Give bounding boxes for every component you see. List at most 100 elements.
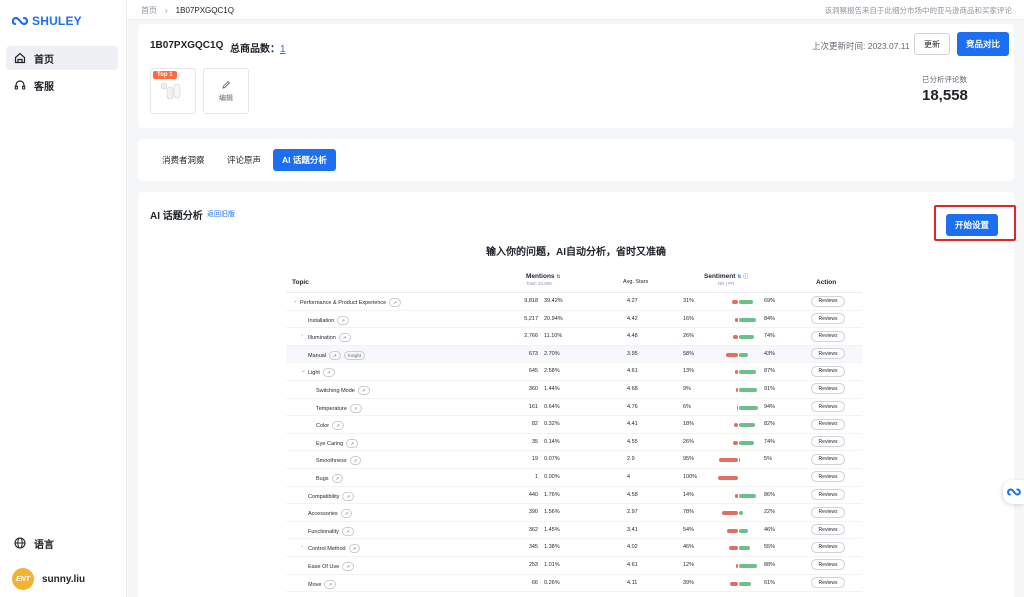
- topic-tag[interactable]: ↗: [340, 509, 353, 519]
- sentiment-positive-bar: [739, 581, 752, 586]
- reviews-button[interactable]: Reviews: [811, 453, 845, 465]
- reviews-button[interactable]: Reviews: [811, 401, 845, 413]
- topic-tag[interactable]: ↗: [329, 350, 341, 360]
- product-thumbnail[interactable]: Top 1: [150, 68, 196, 114]
- reviews-button[interactable]: Reviews: [811, 577, 845, 588]
- reviews-button[interactable]: Reviews: [811, 436, 845, 448]
- language-button[interactable]: 语言: [6, 531, 118, 555]
- negative-rate: 9%: [683, 385, 691, 392]
- sentiment-positive-bar: [739, 563, 757, 568]
- topic-tag[interactable]: ↗: [346, 438, 358, 448]
- back-to-old-version-link[interactable]: 返回旧版: [207, 209, 235, 219]
- breadcrumb-home[interactable]: 首页: [141, 5, 157, 16]
- mentions-count: 1: [534, 473, 538, 480]
- user-profile[interactable]: ENT sunny.liu: [12, 568, 85, 590]
- topic-tag[interactable]: ↗: [342, 561, 354, 571]
- topic-name: Functionality: [308, 528, 339, 535]
- tab-ai-topic[interactable]: AI 话题分析: [273, 149, 336, 171]
- topic-tag[interactable]: ↗: [324, 579, 337, 589]
- table-row: Compatibility ↗ 440 1.76% 4.58 14% 86% Reviews: [286, 487, 862, 505]
- mentions-percent: 2.58%: [544, 368, 560, 375]
- reviews-button[interactable]: Reviews: [811, 541, 845, 553]
- topic-tag[interactable]: ↗: [322, 368, 335, 378]
- avg-stars: 2.9: [627, 456, 635, 463]
- mentions-percent: 39.42%: [544, 298, 563, 304]
- reviews-button[interactable]: Reviews: [811, 524, 845, 536]
- mentions-count: 82: [531, 421, 538, 428]
- mentions-percent: 20.94%: [544, 315, 563, 322]
- header-sentiment-sub: NR | PR: [717, 281, 735, 286]
- mentions-count: 161: [528, 403, 538, 410]
- reviews-button[interactable]: Reviews: [811, 471, 845, 483]
- edit-product-button[interactable]: 编辑: [203, 68, 249, 114]
- tab-consumer-insight[interactable]: 消费者洞察: [153, 149, 214, 171]
- mentions-count: 2,766: [524, 333, 538, 340]
- floating-assistant-button[interactable]: [1003, 480, 1024, 504]
- sidebar-item-service[interactable]: 客服: [6, 73, 118, 97]
- expand-toggle-icon[interactable]: ›: [301, 544, 303, 550]
- topic-tag[interactable]: ↗: [348, 544, 361, 554]
- reviews-button[interactable]: Reviews: [811, 330, 845, 342]
- topic-tag[interactable]: ↗: [332, 421, 344, 431]
- reviews-button[interactable]: Reviews: [811, 418, 845, 430]
- total-products-count[interactable]: 1: [280, 44, 286, 55]
- topic-tag[interactable]: ↗: [357, 385, 370, 395]
- topic-tag[interactable]: ↗: [349, 403, 362, 413]
- header-mentions[interactable]: Mentions ⇅ Total: 24,905: [526, 273, 561, 286]
- negative-rate: 39%: [683, 579, 695, 586]
- compare-button[interactable]: 竞品对比: [957, 32, 1009, 56]
- topic-cell: Smoothness ↗: [316, 456, 362, 466]
- update-button[interactable]: 更新: [914, 33, 950, 55]
- start-setup-button[interactable]: 开始设置: [946, 214, 998, 236]
- sentiment-positive-bar: [739, 546, 750, 551]
- positive-rate: 43%: [764, 350, 776, 357]
- reviews-button[interactable]: Reviews: [811, 348, 845, 360]
- earbuds-image-icon: [160, 82, 181, 100]
- topic-cell: Temperature ↗: [316, 403, 362, 413]
- topic-name: Ease Of Use: [308, 563, 340, 570]
- table-row: Temperature ↗ 161 0.64% 4.76 6% 94% Reviews: [286, 399, 862, 417]
- mentions-count: 9,818: [524, 298, 538, 304]
- sentiment-bar: [718, 387, 758, 392]
- expand-toggle-icon[interactable]: ›: [301, 333, 303, 339]
- main-content: 首页 › 1B07PXGQC1Q 该洞察报告来自于此细分市场中的亚马逊商品和买家…: [127, 0, 1024, 597]
- mentions-percent: 0.14%: [544, 438, 560, 445]
- reviews-button[interactable]: Reviews: [811, 295, 845, 307]
- sentiment-bar: [718, 493, 758, 498]
- topic-name: Performance & Product Experience: [300, 300, 387, 306]
- mentions-count: 673: [528, 350, 538, 357]
- reviews-button[interactable]: Reviews: [811, 313, 845, 325]
- reviews-button[interactable]: Reviews: [811, 365, 845, 377]
- sentiment-bar: [718, 458, 758, 463]
- sidebar-item-home[interactable]: 首页: [6, 46, 118, 70]
- topic-cell: Ease Of Use ↗: [308, 561, 354, 571]
- reviews-button[interactable]: Reviews: [811, 559, 845, 571]
- sentiment-positive-bar: [739, 387, 758, 392]
- topic-tag[interactable]: ↗: [389, 298, 401, 307]
- topic-tag[interactable]: ↗: [338, 333, 351, 343]
- topic-name: Manual: [308, 352, 327, 359]
- tab-review-voice[interactable]: 评论原声: [218, 149, 270, 171]
- reviews-button[interactable]: Reviews: [811, 506, 845, 518]
- topic-tag[interactable]: ↗: [342, 491, 355, 501]
- user-name: sunny.liu: [42, 573, 86, 585]
- topic-tag[interactable]: ↗: [337, 315, 350, 325]
- header-topic: Topic: [292, 279, 309, 286]
- avg-stars: 3.41: [627, 526, 638, 533]
- expand-toggle-icon[interactable]: ⌄: [293, 298, 298, 304]
- sentiment-positive-bar: [739, 511, 744, 516]
- topic-tag[interactable]: ↗: [341, 526, 354, 536]
- negative-rate: 13%: [683, 368, 695, 375]
- topic-tag[interactable]: ↗: [331, 473, 344, 483]
- topbar: 首页 › 1B07PXGQC1Q 该洞察报告来自于此细分市场中的亚马逊商品和买家…: [127, 0, 1024, 20]
- sentiment-negative-bar: [735, 563, 738, 568]
- reviews-button[interactable]: Reviews: [811, 489, 845, 501]
- topic-tag[interactable]: Insight: [343, 350, 366, 360]
- topic-tag[interactable]: ↗: [349, 456, 362, 466]
- negative-rate: 26%: [683, 438, 695, 445]
- mentions-count: 645: [528, 368, 538, 375]
- logo[interactable]: SHULEY: [12, 14, 82, 28]
- reviews-button[interactable]: Reviews: [811, 383, 845, 395]
- header-sentiment[interactable]: Sentiment ⇅ ⓘ NR | PR: [704, 273, 748, 286]
- expand-toggle-icon[interactable]: ⌄: [301, 368, 306, 374]
